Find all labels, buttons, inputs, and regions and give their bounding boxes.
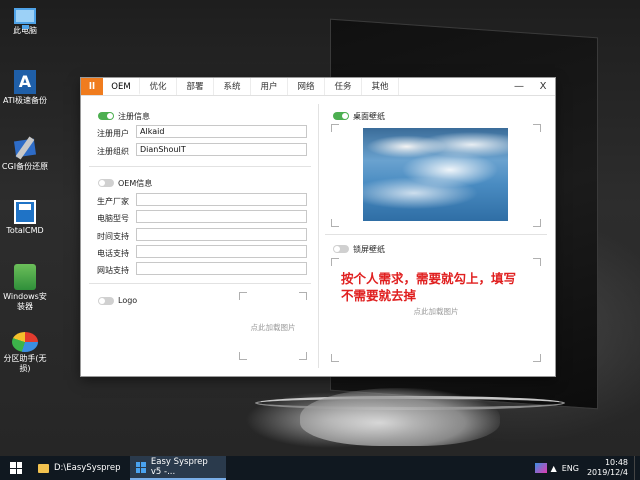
logo-toggle-label: Logo: [118, 296, 138, 305]
model-input[interactable]: [136, 210, 307, 223]
ati-backup-icon: A: [14, 70, 36, 94]
section-divider: [89, 166, 311, 167]
taskbar: D:\EasySysprep Easy Sysprep v5 -... ▲ EN…: [0, 456, 640, 480]
support-website-label: 网站支持: [97, 266, 129, 275]
input-language[interactable]: ENG: [562, 464, 579, 473]
oem-info-toggle[interactable]: [98, 179, 114, 187]
desktop-icon-this-pc[interactable]: 此电脑: [0, 8, 50, 36]
annotation-line-2: 不需要就去掉: [341, 288, 417, 303]
tab-other[interactable]: 其他: [362, 78, 399, 95]
tab-user[interactable]: 用户: [251, 78, 288, 95]
registered-user-input[interactable]: [136, 125, 307, 138]
computer-icon: [14, 8, 36, 29]
app-grid-icon: [136, 461, 146, 473]
desktop-icon-label: Windows安装器: [3, 292, 47, 311]
desktop-icon-label: 分区助手(无损): [3, 354, 47, 373]
wallpaper-feather: [300, 388, 500, 446]
section-divider: [89, 283, 311, 284]
desktop-wallpaper-toggle[interactable]: [333, 112, 349, 120]
installer-icon: [14, 264, 36, 290]
registration-toggle[interactable]: [98, 112, 114, 120]
manufacturer-input[interactable]: [136, 193, 307, 206]
desktop-wallpaper-preview: [363, 128, 508, 221]
desktop-icon-windows-installer[interactable]: Windows安装器: [0, 264, 50, 312]
minimize-button[interactable]: —: [507, 78, 531, 95]
support-website-input[interactable]: [136, 262, 307, 275]
floppy-disk-icon: [14, 200, 36, 224]
column-divider: [318, 104, 319, 368]
support-phone-label: 电话支持: [97, 249, 129, 258]
logo-image-hint: 点此加载图片: [250, 323, 296, 332]
tab-system[interactable]: 系统: [214, 78, 251, 95]
tab-network[interactable]: 网络: [288, 78, 325, 95]
desktop-icon-label: TotalCMD: [6, 226, 44, 235]
annotation-line-1: 按个人需求，需要就勾上，填写: [341, 271, 517, 286]
logo-image-dropzone[interactable]: 点此加载图片: [239, 292, 307, 360]
app-logo-icon: ll: [81, 78, 103, 95]
tab-bar: ll OEM 优化 部署 系统 用户 网络 任务 其他 — X: [81, 78, 555, 96]
start-button[interactable]: [0, 456, 32, 480]
desktop-icon-label: ATI极速备份: [2, 96, 48, 105]
support-hours-input[interactable]: [136, 228, 307, 241]
registered-user-label: 注册用户: [97, 129, 129, 138]
oem-info-toggle-label: OEM信息: [118, 179, 153, 188]
tab-oem[interactable]: OEM: [103, 78, 140, 95]
taskbar-item-label: D:\EasySysprep: [54, 463, 121, 473]
registered-org-input[interactable]: [136, 143, 307, 156]
desktop-icon-totalcmd[interactable]: TotalCMD: [0, 200, 50, 236]
taskbar-item-label: Easy Sysprep v5 -...: [150, 457, 208, 477]
desktop-icon-ati-backup[interactable]: A ATI极速备份: [0, 70, 50, 106]
windows-logo-icon: [10, 462, 22, 474]
show-hidden-icons-icon[interactable]: ▲: [551, 464, 557, 473]
partition-pie-icon: [12, 332, 38, 352]
close-button[interactable]: X: [531, 78, 555, 95]
clock[interactable]: 10:48 2019/12/4: [587, 458, 628, 478]
clock-time: 10:48: [604, 458, 628, 467]
desktop-icon-cgi-backup[interactable]: CGI备份还原: [0, 136, 50, 172]
lock-wallpaper-toggle-label: 锁屏壁纸: [353, 245, 385, 254]
easy-sysprep-window: ll OEM 优化 部署 系统 用户 网络 任务 其他 — X 注册信息 注册用…: [81, 78, 555, 376]
lock-wallpaper-toggle[interactable]: [333, 245, 349, 253]
section-divider: [325, 234, 547, 235]
taskbar-item-explorer[interactable]: D:\EasySysprep: [32, 456, 130, 480]
tab-deploy[interactable]: 部署: [177, 78, 214, 95]
taskbar-item-easy-sysprep[interactable]: Easy Sysprep v5 -...: [130, 456, 226, 480]
cgi-backup-icon: [13, 136, 37, 160]
show-desktop-button[interactable]: [634, 456, 640, 480]
folder-icon: [38, 463, 49, 473]
support-hours-label: 时间支持: [97, 232, 129, 241]
model-label: 电脑型号: [97, 214, 129, 223]
logo-toggle[interactable]: [98, 297, 114, 305]
lock-wallpaper-hint: 点此加载图片: [413, 307, 459, 316]
tab-task[interactable]: 任务: [325, 78, 362, 95]
manufacturer-label: 生产厂家: [97, 197, 129, 206]
support-phone-input[interactable]: [136, 245, 307, 258]
registered-org-label: 注册组织: [97, 147, 129, 156]
desktop-icon-label: CGI备份还原: [1, 162, 49, 171]
tutorial-annotation: 按个人需求，需要就勾上，填写 不需要就去掉: [341, 270, 541, 304]
tray-app-icon[interactable]: [534, 463, 547, 473]
desktop-wallpaper-toggle-label: 桌面壁纸: [353, 112, 385, 121]
registration-toggle-label: 注册信息: [118, 112, 150, 121]
clock-date: 2019/12/4: [586, 468, 628, 477]
system-tray: ▲ ENG 10:48 2019/12/4: [534, 456, 640, 480]
desktop-icon-partition-assistant[interactable]: 分区助手(无损): [0, 332, 50, 374]
tab-optimize[interactable]: 优化: [140, 78, 177, 95]
